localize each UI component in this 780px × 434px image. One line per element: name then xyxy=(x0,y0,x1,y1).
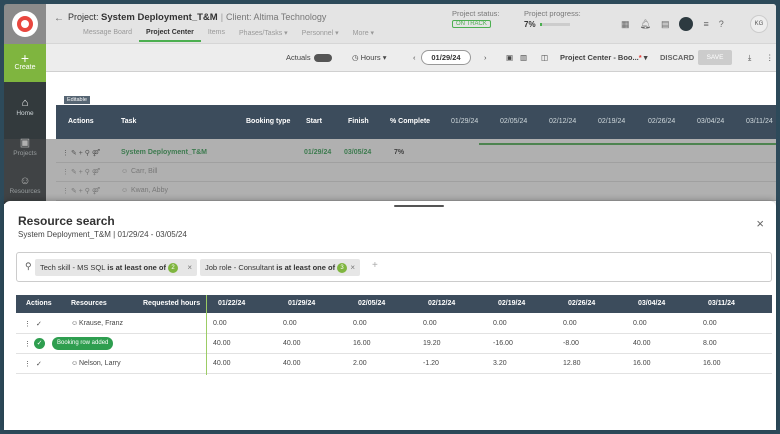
close-button[interactable]: × xyxy=(756,216,764,231)
row-menu-icon[interactable]: ⋮ xyxy=(24,360,31,368)
plus-icon: + xyxy=(20,50,30,66)
tab-message-board[interactable]: Message Board xyxy=(76,29,139,42)
document-icon[interactable]: ▤ xyxy=(661,19,670,30)
filter-chip-tech-skill[interactable]: Tech skill - MS SQL is at least one of 2 … xyxy=(35,259,197,276)
grid-header: Actions Task Booking type Start Finish %… xyxy=(56,105,776,139)
tab-phases-tasks[interactable]: Phases/Tasks ▾ xyxy=(232,29,295,42)
drag-handle[interactable] xyxy=(394,205,444,207)
home-icon: ⌂ xyxy=(21,97,29,109)
remove-filter-icon[interactable]: × xyxy=(350,259,355,276)
logo-icon xyxy=(12,11,38,37)
editable-tag: Editable xyxy=(64,96,90,104)
panel-title: Resource search xyxy=(18,214,115,228)
grid-icon[interactable]: ▦ xyxy=(621,19,630,30)
bell-icon[interactable]: 🔔︎ xyxy=(640,19,651,30)
filter-chip-job-role[interactable]: Job role - Consultant is at least one of… xyxy=(200,259,360,276)
table-row[interactable]: ⋮ ✓ ☺ Nelson, Larry 40.00 40.00 2.00 -1.… xyxy=(16,354,772,374)
search-icon: ⚲ xyxy=(25,261,32,271)
header-icons: ▦ 🔔︎ ▤ ≡ ? xyxy=(621,17,724,31)
tab-items[interactable]: Items xyxy=(201,29,232,42)
panel-subtitle: System Deployment_T&M | 01/29/24 - 03/05… xyxy=(18,230,187,239)
nav-home[interactable]: ⌂ Home xyxy=(4,90,46,128)
app-logo[interactable] xyxy=(4,4,46,44)
results-header: Actions Resources Requested hours 01/22/… xyxy=(16,295,772,313)
prev-period-button[interactable]: ‹ xyxy=(413,53,416,62)
check-circle-icon[interactable]: ✓ xyxy=(34,338,45,349)
project-status: Project status: ON TRACK xyxy=(452,9,500,28)
project-title: Project: System Deployment_T&M | Client: A… xyxy=(68,12,327,23)
tab-more[interactable]: More ▾ xyxy=(346,29,381,42)
toggle-switch[interactable] xyxy=(313,54,332,63)
project-header: ← Project: System Deployment_T&M | Client:… xyxy=(46,4,776,44)
discard-button[interactable]: DISCARD xyxy=(660,53,694,62)
status-badge: ON TRACK xyxy=(452,20,491,28)
add-filter-button[interactable]: + xyxy=(372,260,378,271)
status-circle-icon[interactable] xyxy=(679,17,694,31)
filter-bar: ⚲ Tech skill - MS SQL is at least one of… xyxy=(16,252,772,282)
save-button[interactable]: SAVE xyxy=(698,50,732,65)
tab-project-center[interactable]: Project Center xyxy=(139,29,201,42)
modal-backdrop xyxy=(4,139,776,201)
calendar-icon[interactable]: ▣ xyxy=(506,53,513,62)
remove-filter-icon[interactable]: × xyxy=(187,259,192,276)
clock-icon: ◷ xyxy=(352,53,359,62)
current-date-line xyxy=(206,295,207,375)
create-button[interactable]: + Create xyxy=(4,44,46,82)
person-icon: ☺ xyxy=(71,360,79,367)
columns-icon[interactable]: ▥ xyxy=(520,53,527,62)
help-icon[interactable]: ? xyxy=(719,19,724,29)
next-period-button[interactable]: › xyxy=(484,53,487,62)
layout-icon[interactable]: ◫ xyxy=(541,53,548,62)
check-icon[interactable]: ✓ xyxy=(36,360,42,368)
row-menu-icon[interactable]: ⋮ xyxy=(24,320,31,328)
project-progress: Project progress: 7% xyxy=(524,9,581,29)
person-icon: ☺ xyxy=(71,320,79,327)
menu-icon[interactable]: ≡ xyxy=(703,19,708,29)
booking-added-badge: Booking row added xyxy=(52,337,114,350)
hours-dropdown[interactable]: ◷ Hours ▾ xyxy=(352,53,387,62)
back-arrow-icon[interactable]: ← xyxy=(54,13,64,24)
tab-personnel[interactable]: Personnel ▾ xyxy=(295,29,346,42)
view-selector[interactable]: Project Center - Boo...* ▾ xyxy=(560,53,648,62)
project-tabs: Message Board Project Center Items Phase… xyxy=(76,29,381,42)
check-icon[interactable]: ✓ xyxy=(36,320,42,328)
avatar[interactable]: KG xyxy=(750,15,768,33)
date-picker[interactable]: 01/29/24 xyxy=(421,50,471,65)
progress-fill xyxy=(539,23,542,26)
progress-bar xyxy=(539,23,570,26)
more-options-icon[interactable]: ⋮ xyxy=(766,53,774,62)
toolbar: Actuals ◷ Hours ▾ ‹ 01/29/24 › ▣ ▥ ◫ Pro… xyxy=(46,44,776,72)
download-icon[interactable]: ⤓ xyxy=(748,53,751,63)
table-row[interactable]: ⋮ ✓ ☺ Krause, Franz 0.00 0.00 0.00 0.00 … xyxy=(16,314,772,334)
resource-search-panel: Resource search System Deployment_T&M | … xyxy=(4,201,776,430)
table-row[interactable]: ⋮ ✓ Booking row added 40.00 40.00 16.00 … xyxy=(16,334,772,354)
actuals-toggle[interactable]: Actuals xyxy=(286,53,332,63)
row-menu-icon[interactable]: ⋮ xyxy=(24,340,31,348)
